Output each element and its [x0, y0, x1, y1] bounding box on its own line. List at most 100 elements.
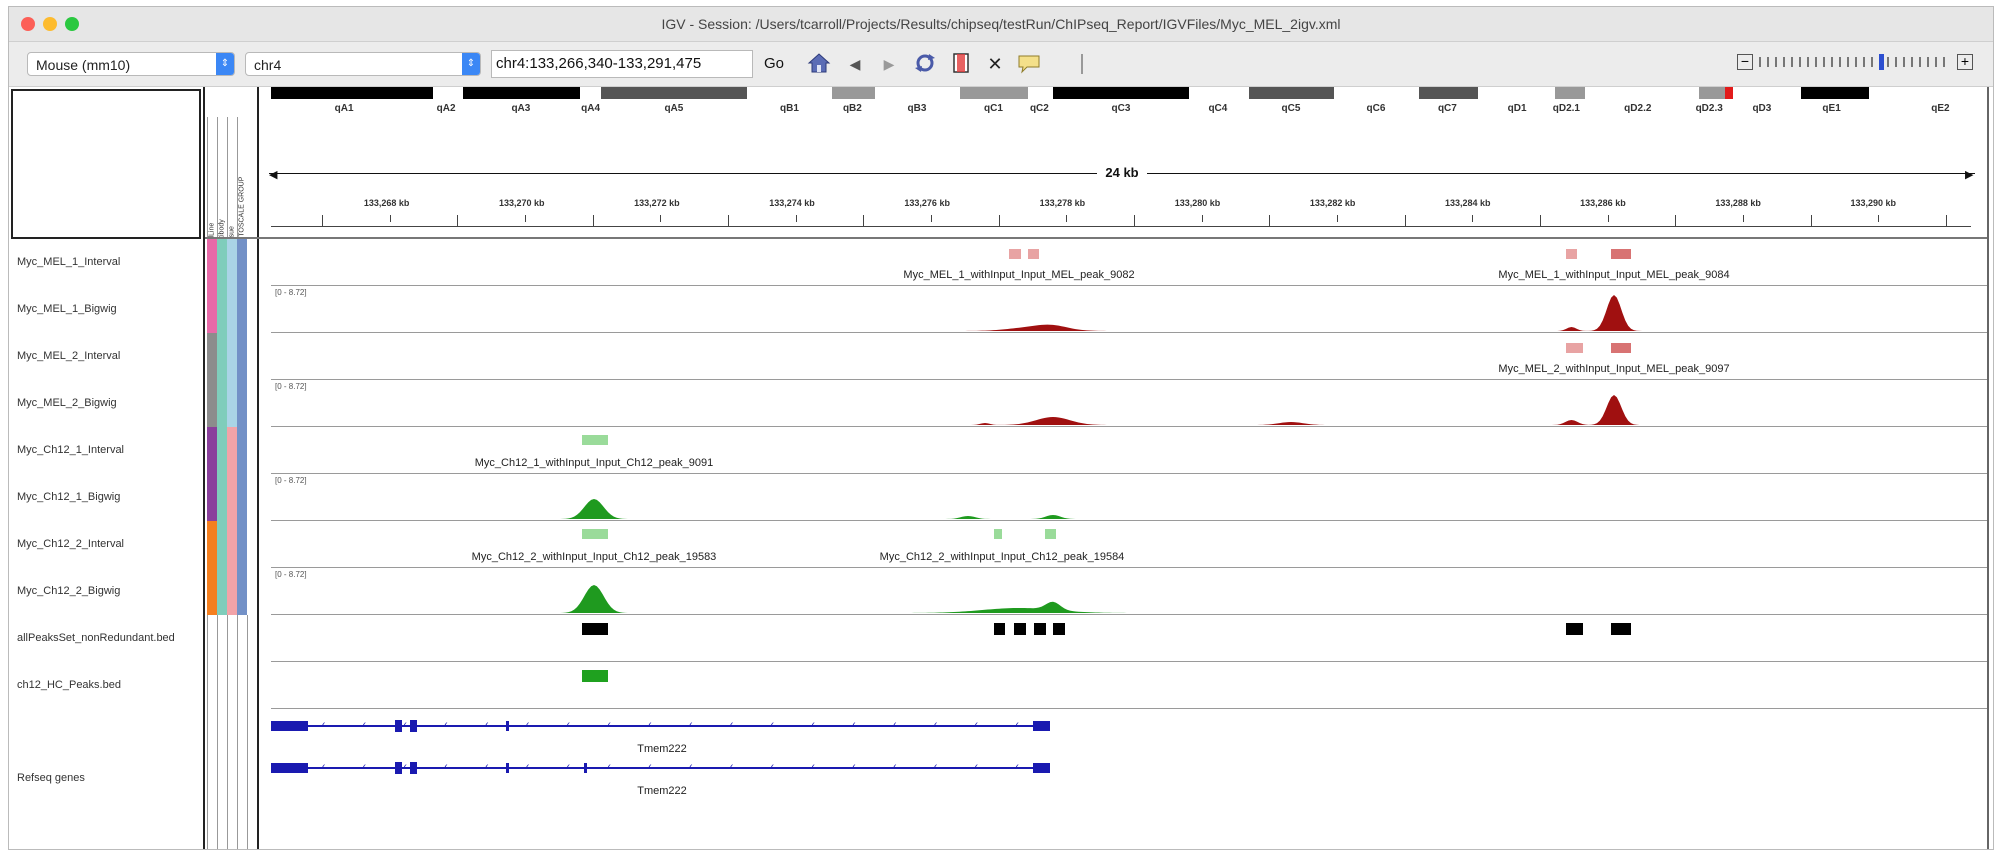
interval-feature[interactable] [1566, 343, 1584, 353]
gene-exon[interactable] [271, 763, 309, 773]
gene-exon[interactable] [583, 763, 588, 773]
back-button[interactable]: ◀ [843, 52, 867, 76]
attribute-cell[interactable] [217, 239, 227, 286]
attribute-cell[interactable] [227, 333, 237, 380]
track-name[interactable]: Myc_MEL_1_Interval [17, 256, 120, 268]
attribute-cell[interactable] [217, 521, 227, 568]
track-name[interactable]: Myc_MEL_1_Bigwig [17, 303, 117, 315]
attribute-cell[interactable] [217, 427, 227, 474]
attribute-cell[interactable] [227, 380, 237, 427]
track-row[interactable]: Myc_MEL_2_Interval Myc_MEL_2_withInput_In… [9, 333, 1993, 380]
attribute-cell[interactable] [207, 474, 217, 521]
attribute-cell[interactable] [207, 286, 217, 333]
go-button[interactable]: Go [759, 52, 789, 76]
track-row[interactable]: Refseq genes ‹ ‹ ‹ ‹ ‹ ‹ ‹ ‹ ‹ ‹ ‹ ‹ ‹ ‹ ‹ ‹ ‹ ‹ Tmem222 ‹ ‹ ‹… [9, 709, 1993, 849]
interval-feature[interactable] [1008, 249, 1021, 259]
bed-feature[interactable] [1034, 623, 1047, 635]
attribute-cell[interactable] [237, 427, 247, 474]
attribute-cell[interactable] [237, 380, 247, 427]
signal-track[interactable] [271, 568, 1971, 615]
bed-feature[interactable] [1566, 623, 1584, 635]
bed-feature[interactable] [1053, 623, 1065, 635]
attribute-cell[interactable] [227, 286, 237, 333]
interval-feature[interactable] [1044, 529, 1057, 539]
signal-track[interactable] [271, 286, 1971, 333]
attribute-cell[interactable] [237, 521, 247, 568]
gene-exon[interactable] [395, 762, 402, 774]
attribute-cell[interactable] [217, 380, 227, 427]
attribute-cell[interactable] [217, 286, 227, 333]
track-row[interactable]: allPeaksSet_nonRedundant.bed [9, 615, 1993, 662]
attribute-header[interactable]: cellLineAntibodyTissueAUTOSCALE GROUP [207, 117, 257, 247]
gene-exon[interactable] [410, 720, 418, 732]
gene-intron-line[interactable] [271, 767, 1050, 769]
attribute-cell[interactable] [207, 521, 217, 568]
track-name[interactable]: Myc_Ch12_2_Bigwig [17, 585, 120, 597]
attribute-cell[interactable] [237, 286, 247, 333]
attribute-cell[interactable] [207, 239, 217, 286]
gene-exon[interactable] [1032, 763, 1050, 773]
signal-track[interactable] [271, 380, 1971, 427]
popup-text-button[interactable] [1015, 52, 1043, 76]
genome-select[interactable]: Mouse (mm10) ⇕ [27, 52, 235, 76]
track-name[interactable]: Myc_Ch12_1_Bigwig [17, 491, 120, 503]
bed-feature[interactable] [1610, 623, 1631, 635]
resize-to-window-button[interactable]: ✕ [983, 52, 1007, 76]
ruler[interactable]: 133,268 kb 133,270 kb 133,272 kb 133,274 kb… [271, 87, 1971, 239]
track-name[interactable]: Myc_Ch12_1_Interval [17, 444, 124, 456]
attribute-cell[interactable] [207, 380, 217, 427]
attribute-cell[interactable] [207, 568, 217, 615]
track-row[interactable]: Myc_Ch12_1_Interval Myc_Ch12_1_withInput_… [9, 427, 1993, 474]
interval-feature[interactable] [1610, 249, 1631, 259]
interval-feature[interactable] [993, 529, 1002, 539]
track-row[interactable]: Myc_Ch12_1_Bigwig [0 - 8.72] [9, 474, 1993, 521]
attribute-cell[interactable] [227, 427, 237, 474]
interval-feature[interactable] [582, 529, 608, 539]
gene-intron-line[interactable] [271, 725, 1050, 727]
interval-feature[interactable] [1027, 249, 1040, 259]
attribute-cell[interactable] [207, 427, 217, 474]
attribute-cell[interactable] [217, 474, 227, 521]
refresh-button[interactable] [911, 52, 939, 76]
bed-feature[interactable] [582, 623, 608, 635]
attribute-cell[interactable] [237, 239, 247, 286]
zoom-widget[interactable]: − + [1737, 50, 1977, 78]
track-name[interactable]: allPeaksSet_nonRedundant.bed [17, 632, 175, 644]
chromosome-select[interactable]: chr4 ⇕ [245, 52, 481, 76]
interval-feature[interactable] [1566, 249, 1577, 259]
region-of-interest-button[interactable] [949, 52, 973, 76]
track-name[interactable]: ch12_HC_Peaks.bed [17, 679, 121, 691]
track-row[interactable]: Myc_MEL_1_Interval Myc_MEL_1_withInput_In… [9, 239, 1993, 286]
attribute-cell[interactable] [217, 568, 227, 615]
attribute-cell[interactable] [237, 333, 247, 380]
track-name[interactable]: Myc_MEL_2_Bigwig [17, 397, 117, 409]
track-row[interactable]: Myc_Ch12_2_Bigwig [0 - 8.72] [9, 568, 1993, 615]
track-name[interactable]: Myc_Ch12_2_Interval [17, 538, 124, 550]
gene-exon[interactable] [505, 721, 509, 731]
gene-label[interactable]: Tmem222 [612, 743, 712, 755]
attribute-cell[interactable] [237, 568, 247, 615]
forward-button[interactable]: ▶ [877, 52, 901, 76]
locus-input[interactable]: chr4:133,266,340-133,291,475 [491, 50, 753, 78]
track-name[interactable]: Myc_MEL_2_Interval [17, 350, 120, 362]
interval-feature[interactable] [1610, 343, 1631, 353]
attribute-header-col[interactable]: AUTOSCALE GROUP [237, 117, 248, 247]
attribute-cell[interactable] [207, 333, 217, 380]
signal-track[interactable] [271, 474, 1971, 521]
gene-exon[interactable] [271, 721, 309, 731]
zoom-in-icon[interactable]: + [1957, 54, 1973, 70]
attribute-cell[interactable] [237, 474, 247, 521]
home-button[interactable] [805, 52, 833, 76]
bed-feature[interactable] [582, 670, 608, 682]
track-row[interactable]: ch12_HC_Peaks.bed [9, 662, 1993, 709]
attribute-cell[interactable] [227, 521, 237, 568]
gene-exon[interactable] [505, 763, 509, 773]
attribute-cell[interactable] [217, 333, 227, 380]
bed-feature[interactable] [1013, 623, 1026, 635]
track-row[interactable]: Myc_MEL_1_Bigwig [0 - 8.72] [9, 286, 1993, 333]
bed-feature[interactable] [993, 623, 1006, 635]
gene-exon[interactable] [1032, 721, 1050, 731]
track-row[interactable]: Myc_Ch12_2_Interval Myc_Ch12_2_withInput_… [9, 521, 1993, 568]
gene-label[interactable]: Tmem222 [612, 785, 712, 797]
interval-feature[interactable] [582, 435, 608, 445]
